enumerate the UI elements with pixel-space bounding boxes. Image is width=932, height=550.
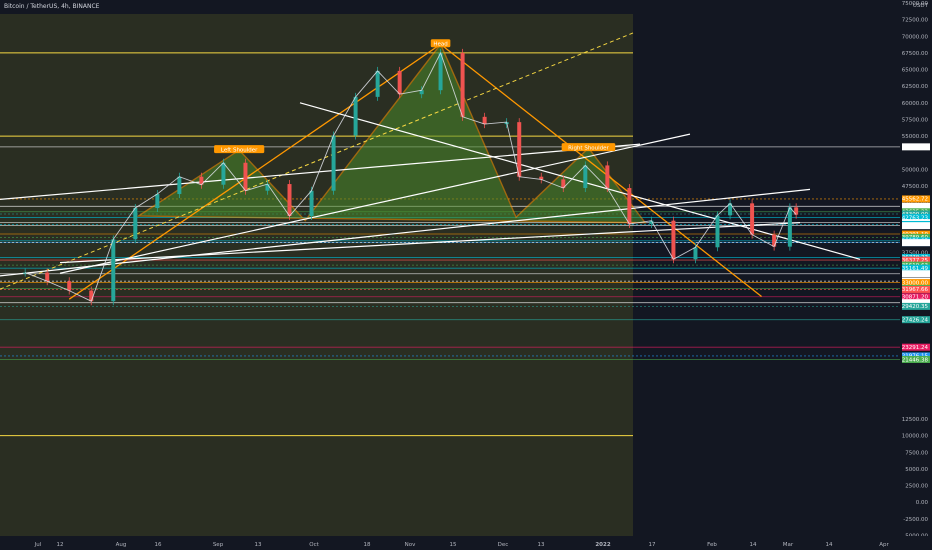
candle-body [787, 207, 792, 247]
price-label: 34326.19 [902, 272, 929, 278]
pattern-label: Right Shoulder [568, 145, 609, 151]
price-axis-tick: 0.00 [916, 500, 929, 506]
date-axis-tick: 15 [450, 542, 457, 548]
price-axis-tick: 2500.00 [905, 484, 928, 490]
price-axis-tick: 57500.00 [902, 117, 929, 123]
candle-body [482, 116, 487, 125]
price-axis-tick: 5000.00 [905, 467, 928, 473]
price-label: 23291.24 [902, 345, 929, 351]
candle-body [67, 281, 72, 291]
price-label: 41549.38 [902, 223, 929, 229]
date-axis-tick: Mar [783, 542, 794, 548]
date-axis-tick: 13 [538, 542, 545, 548]
candle-body [460, 52, 465, 117]
candle-body [693, 247, 698, 260]
candle-body [715, 215, 720, 248]
price-axis-tick: 47500.00 [902, 184, 929, 190]
candle-body [309, 190, 314, 217]
price-axis-tick: 72500.00 [902, 18, 929, 24]
date-axis-tick: Dec [498, 542, 509, 548]
price-axis-tick: 75000.00 [902, 1, 929, 7]
date-axis-tick: Nov [405, 542, 416, 548]
candle-body [45, 272, 50, 282]
date-axis-tick: 2022 [595, 542, 610, 548]
price-label: 21446.38 [902, 357, 929, 363]
candle-body [265, 184, 270, 191]
date-axis-tick: Oct [309, 542, 319, 548]
pattern-label: Head [433, 41, 447, 47]
candle-body [155, 194, 160, 209]
candle-body [133, 208, 138, 240]
candle-body [583, 165, 588, 189]
date-axis-tick: 18 [364, 542, 371, 548]
price-axis-tick: 65000.00 [902, 68, 929, 74]
price-label: 53390.67 [902, 145, 929, 151]
candle-body [375, 70, 380, 97]
pattern-label: Left Shoulder [221, 147, 258, 153]
date-axis-tick: 14 [826, 542, 833, 548]
chart-header-title: Bitcoin / TetherUS, 4h, BINANCE [4, 3, 100, 10]
date-axis-tick: 13 [255, 542, 262, 548]
candle-body [750, 203, 755, 235]
date-axis-tick: Jul [34, 542, 42, 548]
price-axis-tick: 67500.00 [902, 51, 929, 57]
candle-body [287, 184, 292, 217]
price-axis-tick: 7500.00 [905, 450, 928, 456]
candle-body [89, 290, 94, 302]
date-axis-tick: 16 [155, 542, 162, 548]
date-axis-tick: 12 [57, 542, 64, 548]
date-axis-tick: Apr [879, 542, 889, 548]
price-axis-tick: 60000.00 [902, 101, 929, 107]
candle-body [517, 122, 522, 177]
price-axis-tick: 62500.00 [902, 84, 929, 90]
date-axis-tick: Sep [213, 542, 224, 548]
price-label: 29420.35 [902, 304, 929, 310]
chart-root: Left Shoulder Head Right Shoulder USDT 75000… [0, 0, 932, 550]
price-axis-tick: 10000.00 [902, 434, 929, 440]
price-chart[interactable]: Left ShoulderHeadRight ShoulderUSDT75000… [0, 0, 932, 550]
date-axis-tick: Feb [707, 542, 717, 548]
history-zone [0, 14, 633, 536]
price-label: 27426.24 [902, 317, 929, 323]
date-axis-tick: 17 [649, 542, 656, 548]
candle-body [397, 70, 402, 95]
price-label: 38997.94 [902, 240, 929, 246]
candle-body [627, 188, 632, 224]
candle-body [671, 220, 676, 260]
price-axis-tick: 55000.00 [902, 134, 929, 140]
candle-body [111, 239, 116, 302]
candle-body [331, 135, 336, 191]
price-label: 45562.72 [902, 197, 928, 203]
candle-body [772, 234, 777, 247]
candle-body [438, 52, 443, 91]
price-label: 31967.66 [902, 287, 929, 293]
price-axis-tick: 12500.00 [902, 417, 929, 423]
date-axis-tick: 14 [750, 542, 757, 548]
price-axis-tick: -2500.00 [903, 517, 928, 523]
price-axis-tick: 50000.00 [902, 167, 929, 173]
candle-body [177, 176, 182, 195]
candle-body [243, 162, 248, 191]
candle-body [605, 165, 610, 189]
price-axis-tick: 70000.00 [902, 34, 929, 40]
candle-body [221, 162, 226, 185]
date-axis-tick: Aug [116, 542, 127, 548]
candle-body [353, 96, 358, 136]
